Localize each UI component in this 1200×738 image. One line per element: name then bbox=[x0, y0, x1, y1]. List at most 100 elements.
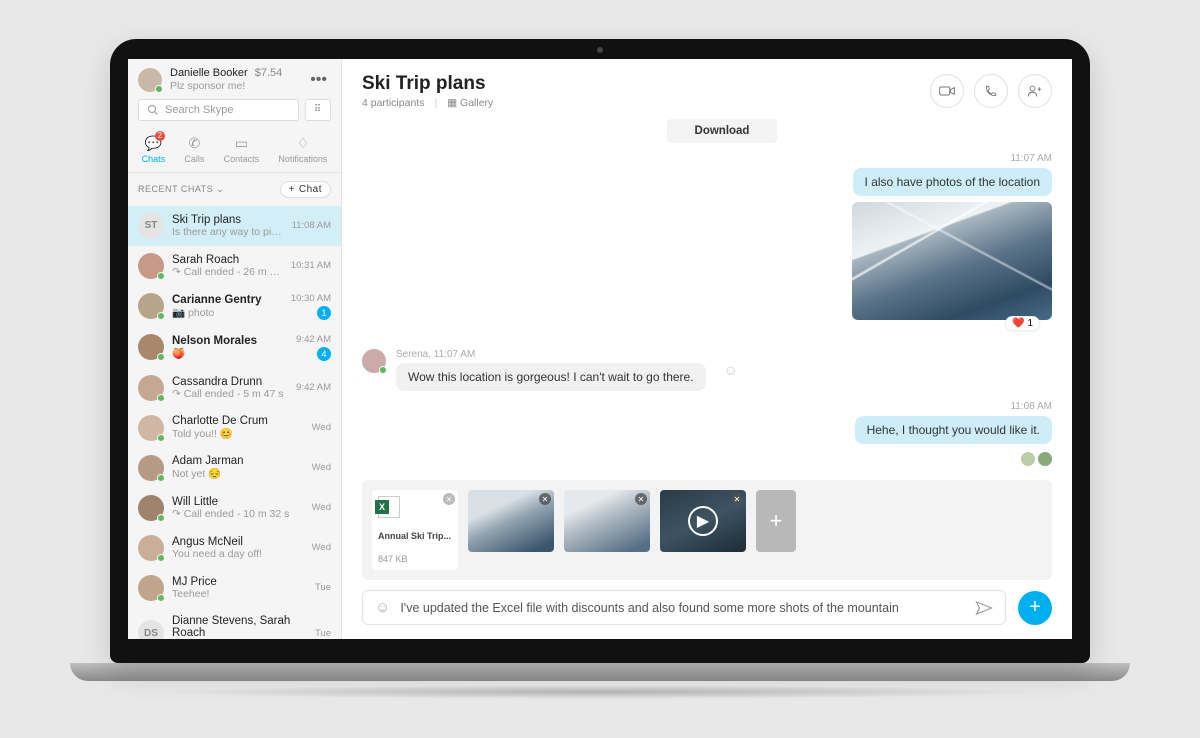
attachment-tray: ✕ Annual Ski Trip... 847 KB ✕ ✕ ✕ ▶ + bbox=[362, 480, 1052, 580]
attachment-video[interactable]: ✕ ▶ bbox=[660, 490, 746, 552]
message-input-text: I've updated the Excel file with discoun… bbox=[400, 601, 965, 615]
chat-name: Adam Jarman bbox=[172, 455, 304, 467]
new-action-button[interactable]: + bbox=[1018, 591, 1052, 625]
download-button[interactable]: Download bbox=[667, 119, 778, 143]
tab-contacts[interactable]: ▭ Contacts bbox=[218, 133, 266, 166]
chat-preview: You need a day off! bbox=[172, 548, 304, 560]
sender-avatar[interactable] bbox=[362, 349, 386, 373]
message-out: Hehe, I thought you would like it. bbox=[855, 416, 1052, 444]
audio-call-button[interactable] bbox=[974, 74, 1008, 108]
play-icon: ▶ bbox=[688, 506, 718, 536]
heart-icon: ❤️ bbox=[1012, 318, 1024, 329]
excel-icon bbox=[378, 496, 400, 518]
search-placeholder: Search Skype bbox=[165, 104, 233, 116]
remove-attachment-icon[interactable]: ✕ bbox=[635, 493, 647, 505]
search-icon bbox=[147, 104, 159, 116]
unread-badge: 1 bbox=[317, 306, 331, 320]
chat-avatar bbox=[138, 334, 164, 360]
camera-dot bbox=[597, 47, 603, 53]
chat-avatar bbox=[138, 415, 164, 441]
chat-name: Cassandra Drunn bbox=[172, 376, 288, 388]
chat-list-item[interactable]: STSki Trip plansIs there any way to pin … bbox=[128, 206, 341, 246]
chat-time: Wed bbox=[312, 542, 331, 553]
chat-pane: Ski Trip plans 4 participants | ▦ Galler… bbox=[342, 59, 1072, 639]
chat-list-item[interactable]: Nelson Morales🍑9:42 AM4 bbox=[128, 327, 341, 368]
more-icon[interactable]: ••• bbox=[306, 71, 331, 89]
search-input[interactable]: Search Skype bbox=[138, 99, 299, 121]
chat-list-item[interactable]: Cassandra Drunn↷ Call ended - 5 m 47 s9:… bbox=[128, 368, 341, 408]
chat-time: Wed bbox=[312, 422, 331, 433]
add-attachment-button[interactable]: + bbox=[756, 490, 796, 552]
add-person-icon bbox=[1027, 84, 1043, 98]
add-participant-button[interactable] bbox=[1018, 74, 1052, 108]
chat-time: Wed bbox=[312, 462, 331, 473]
timestamp: 11:08 AM bbox=[362, 401, 1052, 412]
chat-avatar bbox=[138, 535, 164, 561]
chat-time: 10:31 AM bbox=[291, 260, 331, 271]
chat-list-item[interactable]: DSDianne Stevens, Sarah Roach📋 Meeting m… bbox=[128, 608, 341, 639]
chat-list-item[interactable]: Charlotte De CrumTold you!! 😊 Wed bbox=[128, 408, 341, 448]
attachment-file[interactable]: ✕ Annual Ski Trip... 847 KB bbox=[372, 490, 458, 570]
chat-avatar bbox=[138, 293, 164, 319]
attachment-image[interactable]: ✕ bbox=[564, 490, 650, 552]
chat-name: Charlotte De Crum bbox=[172, 415, 304, 427]
chat-avatar bbox=[138, 253, 164, 279]
chat-preview: Told you!! 😊 bbox=[172, 427, 304, 440]
chat-avatar bbox=[138, 495, 164, 521]
chat-list-item[interactable]: Adam JarmanNot yet 😔Wed bbox=[128, 448, 341, 488]
reaction-badge[interactable]: ❤️ 1 bbox=[1005, 316, 1040, 331]
remove-attachment-icon[interactable]: ✕ bbox=[539, 493, 551, 505]
chat-preview: ↷ Call ended - 10 m 32 s bbox=[172, 508, 304, 520]
chat-title: Ski Trip plans bbox=[362, 73, 930, 95]
sender-label: Serena, 11:07 AM bbox=[396, 349, 706, 360]
remove-attachment-icon[interactable]: ✕ bbox=[731, 493, 743, 505]
profile-row[interactable]: Danielle Booker $7.54 Plz sponsor me! ••… bbox=[128, 59, 341, 99]
video-icon bbox=[939, 85, 955, 97]
chat-list-item[interactable]: MJ PriceTeehee!Tue bbox=[128, 568, 341, 608]
tab-chats[interactable]: 💬 Chats 2 bbox=[136, 133, 172, 166]
chat-avatar: DS bbox=[138, 620, 164, 639]
chat-name: MJ Price bbox=[172, 576, 307, 588]
chat-time: Tue bbox=[315, 628, 331, 639]
attachment-filesize: 847 KB bbox=[378, 554, 452, 564]
chat-name: Angus McNeil bbox=[172, 536, 304, 548]
dialpad-button[interactable]: ⠿ bbox=[305, 99, 331, 121]
chat-list-item[interactable]: Will Little↷ Call ended - 10 m 32 s Wed bbox=[128, 488, 341, 528]
dialpad-icon: ⠿ bbox=[314, 104, 322, 115]
gallery-link[interactable]: ▦ Gallery bbox=[447, 97, 493, 109]
chevron-down-icon: ⌄ bbox=[216, 184, 224, 194]
send-icon[interactable] bbox=[975, 600, 993, 616]
emoji-picker-icon[interactable]: ☺ bbox=[375, 599, 390, 616]
tab-calls[interactable]: ✆ Calls bbox=[178, 133, 210, 166]
remove-attachment-icon[interactable]: ✕ bbox=[443, 493, 455, 505]
new-chat-button[interactable]: + Chat bbox=[280, 181, 331, 198]
chat-list-item[interactable]: Carianne Gentry📷 photo10:30 AM1 bbox=[128, 286, 341, 327]
video-call-button[interactable] bbox=[930, 74, 964, 108]
chat-time: 11:08 AM bbox=[292, 220, 331, 231]
chat-list-item[interactable]: Sarah Roach↷ Call ended - 26 m 23 s10:31… bbox=[128, 246, 341, 286]
bell-icon: ♢ bbox=[297, 135, 310, 152]
chat-name: Carianne Gentry bbox=[172, 294, 283, 306]
phone-icon: ✆ bbox=[188, 135, 200, 152]
recent-chats-label[interactable]: RECENT CHATS ⌄ bbox=[138, 184, 224, 195]
user-avatar[interactable] bbox=[138, 68, 162, 92]
chat-name: Dianne Stevens, Sarah Roach bbox=[172, 615, 307, 639]
react-icon[interactable]: ☺ bbox=[724, 362, 738, 378]
chat-time: 10:30 AM1 bbox=[291, 293, 331, 320]
attachment-image[interactable]: ✕ bbox=[468, 490, 554, 552]
sidebar: Danielle Booker $7.54 Plz sponsor me! ••… bbox=[128, 59, 342, 639]
chat-time: 9:42 AM bbox=[296, 382, 331, 393]
chat-name: Ski Trip plans bbox=[172, 214, 284, 226]
contacts-icon: ▭ bbox=[235, 135, 248, 152]
participants-label[interactable]: 4 participants bbox=[362, 97, 424, 109]
chat-list-item[interactable]: Angus McNeilYou need a day off! Wed bbox=[128, 528, 341, 568]
chat-time: Tue bbox=[315, 582, 331, 593]
chat-name: Will Little bbox=[172, 496, 304, 508]
presence-dot bbox=[155, 85, 163, 93]
unread-badge: 4 bbox=[317, 347, 331, 361]
chat-time: Wed bbox=[312, 502, 331, 513]
tab-notifications[interactable]: ♢ Notifications bbox=[272, 133, 333, 166]
message-input[interactable]: ☺ I've updated the Excel file with disco… bbox=[362, 590, 1006, 625]
photo-message[interactable] bbox=[852, 202, 1052, 320]
chat-avatar bbox=[138, 575, 164, 601]
